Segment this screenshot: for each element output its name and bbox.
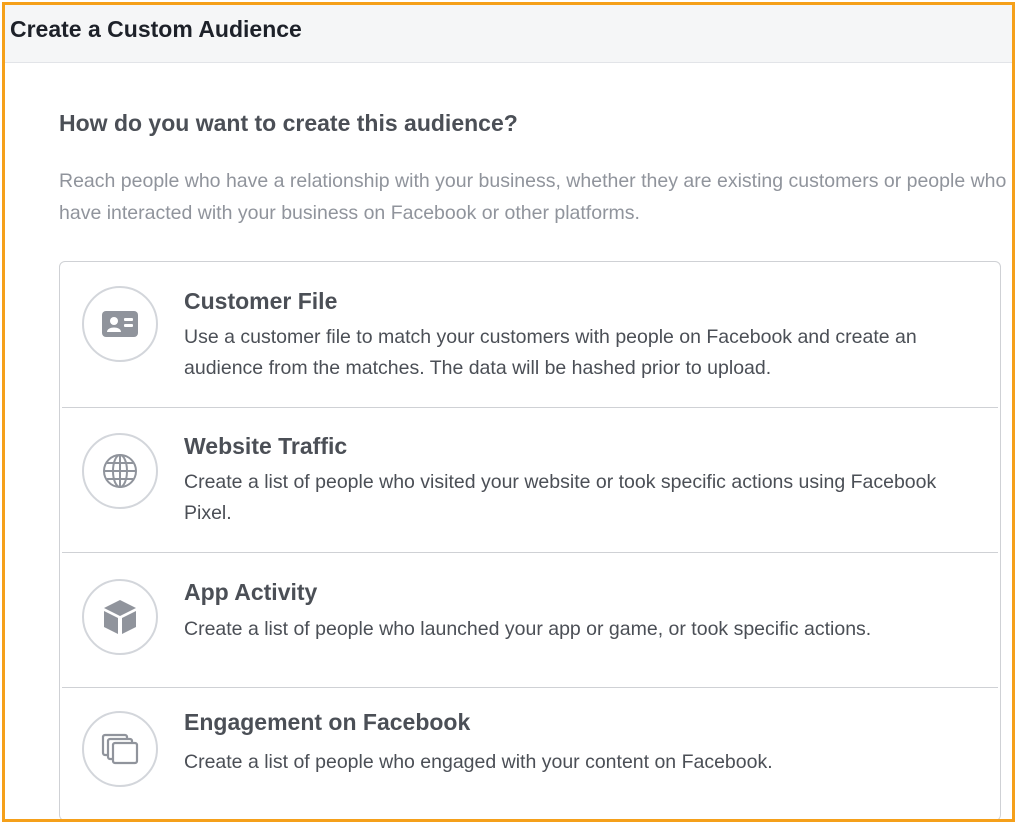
option-title: Customer File (184, 288, 338, 314)
option-description: Create a list of people who launched you… (184, 618, 872, 640)
section-question: How do you want to create this audience? (59, 110, 518, 136)
option-title: App Activity (184, 579, 318, 605)
dialog-header: Create a Custom Audience (5, 5, 1012, 63)
audience-options-list: Customer File Use a customer file to mat… (59, 261, 1001, 819)
option-engagement-on-facebook[interactable]: Engagement on Facebook Create a list of … (60, 688, 1000, 819)
option-website-traffic[interactable]: Website Traffic Create a list of people … (60, 408, 1000, 552)
option-title: Website Traffic (184, 433, 348, 459)
dialog-title: Create a Custom Audience (10, 16, 302, 42)
option-description: Create a list of people who visited your… (184, 471, 937, 524)
contact-card-icon (82, 286, 158, 362)
option-app-activity[interactable]: App Activity Create a list of people who… (60, 553, 1000, 687)
custom-audience-dialog: Create a Custom Audience How do you want… (2, 2, 1015, 822)
option-customer-file[interactable]: Customer File Use a customer file to mat… (60, 262, 1000, 407)
option-title: Engagement on Facebook (184, 709, 471, 735)
option-description: Use a customer file to match your custom… (184, 326, 917, 379)
cube-icon (82, 579, 158, 655)
globe-icon (82, 433, 158, 509)
stacked-cards-icon (82, 711, 158, 787)
section-description: Reach people who have a relationship wit… (59, 170, 1007, 224)
dialog-body: How do you want to create this audience?… (5, 109, 1012, 229)
option-description: Create a list of people who engaged with… (184, 751, 773, 773)
